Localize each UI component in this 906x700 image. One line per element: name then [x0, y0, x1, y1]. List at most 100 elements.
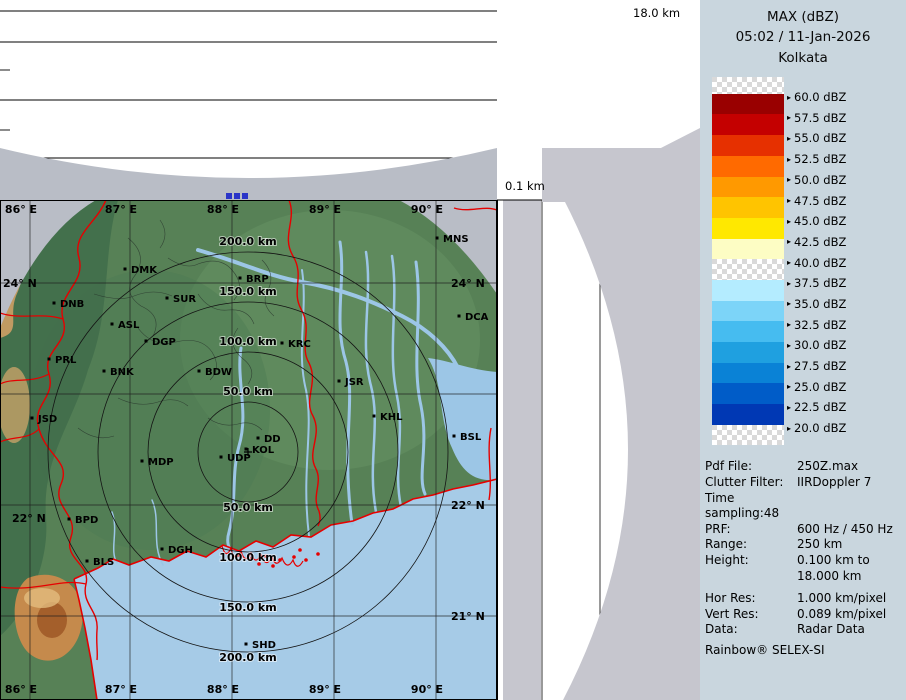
- city-label: BNK: [110, 367, 135, 378]
- info-row: Pdf File:250Z.max: [705, 459, 906, 475]
- height-axis-max-label: 18.0 km: [633, 6, 680, 20]
- info-row: Range:250 km: [705, 537, 906, 553]
- info-label: PRF:: [705, 522, 797, 538]
- station-name: Kolkata: [700, 48, 906, 68]
- color-swatch: [712, 383, 784, 404]
- scale-label: 42.5 dBZ: [787, 232, 846, 253]
- info-label: [705, 569, 797, 585]
- no-data-band: [503, 200, 541, 700]
- scale-label: 47.5 dBZ: [787, 190, 846, 211]
- scale-label: 40.0 dBZ: [787, 252, 846, 273]
- color-swatch: [712, 425, 784, 446]
- scale-label: 37.5 dBZ: [787, 273, 846, 294]
- info-row: Height:0.100 km to: [705, 553, 906, 569]
- dbz-color-scale: 60.0 dBZ 57.5 dBZ 55.0 dBZ 52.5 dBZ 50.0…: [712, 77, 906, 446]
- info-label: Vert Res:: [705, 607, 797, 623]
- product-title: MAX (dBZ): [700, 7, 906, 27]
- info-value: 250Z.max: [797, 459, 858, 475]
- info-row: Clutter Filter:IIRDoppler 7: [705, 475, 906, 491]
- scale-label: 30.0 dBZ: [787, 335, 846, 356]
- info-label: Height:: [705, 553, 797, 569]
- city-label: JSR: [344, 377, 364, 388]
- product-datetime: 05:02 / 11-Jan-2026: [700, 27, 906, 47]
- lon-label: 88° E: [207, 203, 239, 216]
- city-label: DNB: [60, 299, 84, 310]
- color-swatch: [712, 280, 784, 301]
- info-label: Data:: [705, 622, 797, 638]
- lon-label: 88° E: [207, 683, 239, 696]
- product-info-block: Pdf File:250Z.max Clutter Filter:IIRDopp…: [705, 459, 906, 657]
- lon-label: 87° E: [105, 683, 137, 696]
- color-swatch: [712, 259, 784, 280]
- city-label: BLS: [93, 557, 114, 568]
- lat-label: 22° N: [451, 499, 485, 512]
- color-swatch: [712, 239, 784, 260]
- info-value: Radar Data: [797, 622, 865, 638]
- city-label: KHL: [380, 412, 403, 423]
- marker-tick: [242, 193, 248, 199]
- scale-label: 60.0 dBZ: [787, 87, 846, 108]
- city-label: DD: [264, 434, 281, 445]
- info-value: 0.089 km/pixel: [797, 607, 886, 623]
- info-value: 18.000 km: [797, 569, 861, 585]
- color-swatch: [712, 404, 784, 425]
- info-label: Time sampling:48: [705, 491, 797, 522]
- scale-label: 27.5 dBZ: [787, 356, 846, 377]
- lat-label: 21° N: [451, 610, 485, 623]
- height-axis-min-label: 0.1 km: [505, 179, 545, 193]
- city-label: KOL: [252, 445, 275, 456]
- city-label: UDP: [227, 453, 251, 464]
- city-label: DGH: [168, 545, 193, 556]
- radar-display-window: 200.0 km 150.0 km 100.0 km 50.0 km 50.0 …: [0, 0, 906, 700]
- scale-label: 35.0 dBZ: [787, 294, 846, 315]
- scale-row: 20.0 dBZ: [712, 425, 906, 446]
- city-label: MNS: [443, 234, 469, 245]
- color-swatch: [712, 94, 784, 115]
- lon-label: 89° E: [309, 203, 341, 216]
- scale-overflow-swatch: [712, 77, 784, 94]
- ring-label: 150.0 km: [219, 601, 276, 614]
- city-label: MDP: [148, 457, 174, 468]
- ring-label: 50.0 km: [223, 501, 273, 514]
- ring-label: 100.0 km: [219, 551, 276, 564]
- info-label: Range:: [705, 537, 797, 553]
- city-label: DGP: [152, 337, 176, 348]
- color-swatch: [712, 342, 784, 363]
- map-panel: 200.0 km 150.0 km 100.0 km 50.0 km 50.0 …: [0, 200, 497, 700]
- city-label: BSL: [460, 432, 482, 443]
- info-row: 18.000 km: [705, 569, 906, 585]
- city-label: SUR: [173, 294, 196, 305]
- color-swatch: [712, 363, 784, 384]
- color-swatch: [712, 321, 784, 342]
- info-row: Hor Res:1.000 km/pixel: [705, 591, 906, 607]
- top-edge-marker: [226, 193, 248, 199]
- scale-label: 57.5 dBZ: [787, 107, 846, 128]
- info-value: IIRDoppler 7: [797, 475, 871, 491]
- color-swatch: [712, 218, 784, 239]
- lon-label: 90° E: [411, 683, 443, 696]
- city-label: SHD: [252, 640, 276, 651]
- city-label: ASL: [118, 320, 140, 331]
- scale-label: 55.0 dBZ: [787, 128, 846, 149]
- scale-label: 25.0 dBZ: [787, 376, 846, 397]
- info-value: 250 km: [797, 537, 842, 553]
- legend-title-block: MAX (dBZ) 05:02 / 11-Jan-2026 Kolkata: [700, 0, 906, 68]
- color-swatch: [712, 177, 784, 198]
- color-swatch: [712, 156, 784, 177]
- lon-label: 86° E: [5, 683, 37, 696]
- info-row: Vert Res:0.089 km/pixel: [705, 607, 906, 623]
- marker-tick: [234, 193, 240, 199]
- ring-label: 200.0 km: [219, 651, 276, 664]
- info-value: 600 Hz / 450 Hz: [797, 522, 893, 538]
- color-swatch: [712, 114, 784, 135]
- info-row: Data:Radar Data: [705, 622, 906, 638]
- city-label: DMK: [131, 265, 158, 276]
- lat-label: 22° N: [12, 512, 46, 525]
- scale-label: 22.5 dBZ: [787, 397, 846, 418]
- info-label: Clutter Filter:: [705, 475, 797, 491]
- color-swatch: [712, 301, 784, 322]
- marker-tick: [226, 193, 232, 199]
- city-label: PRL: [55, 355, 77, 366]
- scale-label: 50.0 dBZ: [787, 170, 846, 191]
- lon-label: 87° E: [105, 203, 137, 216]
